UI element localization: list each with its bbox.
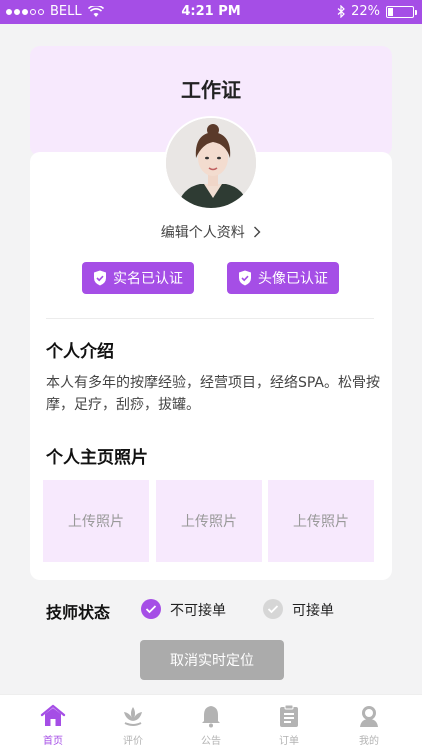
intro-text: 本人有多年的按摩经验，经营项目，经络SPA。松骨按摩，足疗，刮痧，拔罐。: [46, 375, 381, 413]
photos-title: 个人主页照片: [46, 448, 148, 468]
tab-announcements-label: 公告: [201, 736, 221, 747]
bell-icon: [198, 703, 224, 729]
real-name-verified-label: 实名已认证: [113, 271, 183, 287]
upload-photo-slot[interactable]: 上传照片: [43, 480, 149, 562]
intro-title: 个人介绍: [46, 342, 114, 362]
check-icon: [267, 605, 279, 614]
tab-mine[interactable]: 我的: [327, 695, 411, 750]
real-name-verified-badge: 实名已认证: [82, 262, 194, 294]
upload-photo-slot[interactable]: 上传照片: [156, 480, 262, 562]
status-unavailable-radio[interactable]: [141, 599, 161, 619]
edit-profile-link[interactable]: 编辑个人资料: [0, 222, 422, 242]
tab-reviews-label: 评价: [123, 736, 143, 747]
status-unavailable-label[interactable]: 不可接单: [170, 600, 226, 620]
tab-home-label: 首页: [43, 736, 63, 747]
upload-photo-slot[interactable]: 上传照片: [268, 480, 374, 562]
tab-orders[interactable]: 订单: [247, 695, 331, 750]
avatar-verified-label: 头像已认证: [258, 271, 328, 287]
check-icon: [145, 605, 157, 614]
avatar[interactable]: [164, 116, 258, 210]
battery-icon: [386, 5, 417, 18]
avatar-verified-badge: 头像已认证: [227, 262, 339, 294]
bluetooth-icon: [337, 5, 345, 18]
tab-home[interactable]: 首页: [11, 695, 95, 750]
clipboard-icon: [276, 703, 302, 729]
edit-profile-label: 编辑个人资料: [160, 225, 245, 241]
chevron-right-icon: [254, 226, 261, 238]
tab-orders-label: 订单: [279, 736, 299, 747]
avatar-portrait: [166, 118, 256, 208]
lotus-icon: [120, 703, 146, 729]
battery-percent: 22%: [351, 4, 380, 19]
status-bar: BELL 4:21 PM 22%: [0, 0, 422, 24]
cancel-realtime-location-button[interactable]: 取消实时定位: [140, 640, 284, 680]
tab-announcements[interactable]: 公告: [169, 695, 253, 750]
user-icon: [356, 703, 382, 729]
tab-reviews[interactable]: 评价: [91, 695, 175, 750]
status-right: 22%: [337, 4, 417, 19]
home-icon: [40, 703, 66, 729]
tab-bar: 首页 评价 公告 订单 我的: [0, 694, 422, 750]
status-available-radio[interactable]: [263, 599, 283, 619]
status-available-label[interactable]: 可接单: [292, 600, 334, 620]
tech-status-label: 技师状态: [46, 603, 111, 622]
page-title: 工作证: [181, 78, 241, 102]
shield-check-icon: [239, 270, 251, 286]
tab-mine-label: 我的: [359, 736, 379, 747]
shield-check-icon: [94, 270, 106, 286]
divider: [46, 318, 374, 319]
